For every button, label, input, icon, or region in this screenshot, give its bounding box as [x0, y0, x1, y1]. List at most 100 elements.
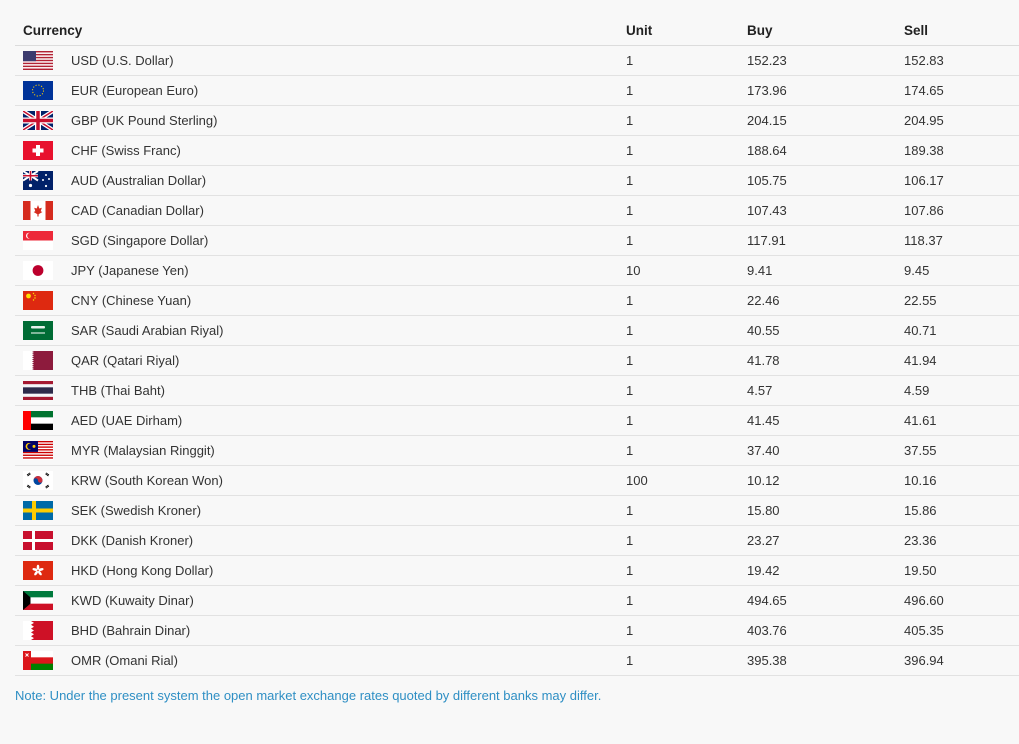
table-row: CAD (Canadian Dollar) 1 107.43 107.86 [15, 195, 1019, 226]
sell-rate-cell: 19.50 [896, 555, 1019, 586]
currency-name: CHF (Swiss Franc) [71, 143, 181, 158]
sell-rate-cell: 23.36 [896, 525, 1019, 556]
buy-column-header: Buy [739, 15, 896, 46]
table-row: SEK (Swedish Kroner) 1 15.80 15.86 [15, 495, 1019, 526]
table-row: THB (Thai Baht) 1 4.57 4.59 [15, 375, 1019, 406]
currency-name: OMR (Omani Rial) [71, 653, 178, 668]
currency-cell: CNY (Chinese Yuan) [15, 285, 618, 316]
cn-flag-icon [23, 291, 53, 310]
currency-name: GBP (UK Pound Sterling) [71, 113, 218, 128]
currency-cell: SEK (Swedish Kroner) [15, 495, 618, 526]
sell-column-header: Sell [896, 15, 1019, 46]
sg-flag-icon [23, 231, 53, 250]
currency-name: JPY (Japanese Yen) [71, 263, 189, 278]
currency-cell: AED (UAE Dirham) [15, 405, 618, 436]
currency-name: THB (Thai Baht) [71, 383, 165, 398]
table-row: QAR (Qatari Riyal) 1 41.78 41.94 [15, 345, 1019, 376]
sell-rate-cell: 15.86 [896, 495, 1019, 526]
buy-rate-cell: 37.40 [739, 435, 896, 466]
unit-cell: 1 [618, 615, 739, 646]
currency-name: MYR (Malaysian Ringgit) [71, 443, 215, 458]
table-row: AED (UAE Dirham) 1 41.45 41.61 [15, 405, 1019, 436]
ae-flag-icon [23, 411, 53, 430]
currency-name: KWD (Kuwaity Dinar) [71, 593, 194, 608]
kw-flag-icon [23, 591, 53, 610]
sell-rate-cell: 396.94 [896, 645, 1019, 676]
om-flag-icon [23, 651, 53, 670]
currency-name: KRW (South Korean Won) [71, 473, 223, 488]
sell-rate-cell: 40.71 [896, 315, 1019, 346]
sell-rate-cell: 496.60 [896, 585, 1019, 616]
currency-name: USD (U.S. Dollar) [71, 53, 174, 68]
buy-rate-cell: 41.78 [739, 345, 896, 376]
exchange-rates-table: Currency Unit Buy Sell USD (U.S. Dollar)… [15, 15, 1019, 676]
unit-cell: 1 [618, 345, 739, 376]
sell-rate-cell: 189.38 [896, 135, 1019, 166]
ca-flag-icon [23, 201, 53, 220]
currency-name: CAD (Canadian Dollar) [71, 203, 204, 218]
currency-cell: SAR (Saudi Arabian Riyal) [15, 315, 618, 346]
disclaimer-note: Note: Under the present system the open … [15, 688, 602, 703]
unit-cell: 1 [618, 525, 739, 556]
sell-rate-cell: 10.16 [896, 465, 1019, 496]
gb-flag-icon [23, 111, 53, 130]
table-row: KWD (Kuwaity Dinar) 1 494.65 496.60 [15, 585, 1019, 616]
buy-rate-cell: 23.27 [739, 525, 896, 556]
currency-cell: OMR (Omani Rial) [15, 645, 618, 676]
sell-rate-cell: 174.65 [896, 75, 1019, 106]
unit-cell: 1 [618, 645, 739, 676]
currency-name: DKK (Danish Kroner) [71, 533, 194, 548]
table-row: BHD (Bahrain Dinar) 1 403.76 405.35 [15, 615, 1019, 646]
unit-cell: 1 [618, 375, 739, 406]
table-row: USD (U.S. Dollar) 1 152.23 152.83 [15, 45, 1019, 76]
currency-name: BHD (Bahrain Dinar) [71, 623, 191, 638]
unit-cell: 1 [618, 45, 739, 76]
unit-cell: 1 [618, 105, 739, 136]
sell-rate-cell: 107.86 [896, 195, 1019, 226]
unit-cell: 1 [618, 555, 739, 586]
buy-rate-cell: 403.76 [739, 615, 896, 646]
bh-flag-icon [23, 621, 53, 640]
buy-rate-cell: 152.23 [739, 45, 896, 76]
unit-cell: 1 [618, 135, 739, 166]
table-row: MYR (Malaysian Ringgit) 1 37.40 37.55 [15, 435, 1019, 466]
hk-flag-icon [23, 561, 53, 580]
currency-cell: USD (U.S. Dollar) [15, 45, 618, 76]
sell-rate-cell: 22.55 [896, 285, 1019, 316]
unit-cell: 1 [618, 315, 739, 346]
dk-flag-icon [23, 531, 53, 550]
buy-rate-cell: 10.12 [739, 465, 896, 496]
au-flag-icon [23, 171, 53, 190]
unit-cell: 10 [618, 255, 739, 286]
my-flag-icon [23, 441, 53, 460]
buy-rate-cell: 40.55 [739, 315, 896, 346]
sell-rate-cell: 106.17 [896, 165, 1019, 196]
buy-rate-cell: 173.96 [739, 75, 896, 106]
unit-cell: 1 [618, 75, 739, 106]
buy-rate-cell: 41.45 [739, 405, 896, 436]
currency-cell: BHD (Bahrain Dinar) [15, 615, 618, 646]
jp-flag-icon [23, 261, 53, 280]
sell-rate-cell: 37.55 [896, 435, 1019, 466]
currency-cell: DKK (Danish Kroner) [15, 525, 618, 556]
us-flag-icon [23, 51, 53, 70]
sell-rate-cell: 405.35 [896, 615, 1019, 646]
buy-rate-cell: 204.15 [739, 105, 896, 136]
unit-cell: 1 [618, 405, 739, 436]
ch-flag-icon [23, 141, 53, 160]
currency-cell: THB (Thai Baht) [15, 375, 618, 406]
currency-cell: KWD (Kuwaity Dinar) [15, 585, 618, 616]
sell-rate-cell: 4.59 [896, 375, 1019, 406]
buy-rate-cell: 105.75 [739, 165, 896, 196]
currency-name: SAR (Saudi Arabian Riyal) [71, 323, 224, 338]
currency-cell: CHF (Swiss Franc) [15, 135, 618, 166]
unit-cell: 1 [618, 585, 739, 616]
buy-rate-cell: 395.38 [739, 645, 896, 676]
buy-rate-cell: 188.64 [739, 135, 896, 166]
unit-cell: 1 [618, 495, 739, 526]
sell-rate-cell: 204.95 [896, 105, 1019, 136]
currency-cell: JPY (Japanese Yen) [15, 255, 618, 286]
currency-cell: HKD (Hong Kong Dollar) [15, 555, 618, 586]
unit-cell: 1 [618, 435, 739, 466]
buy-rate-cell: 117.91 [739, 225, 896, 256]
